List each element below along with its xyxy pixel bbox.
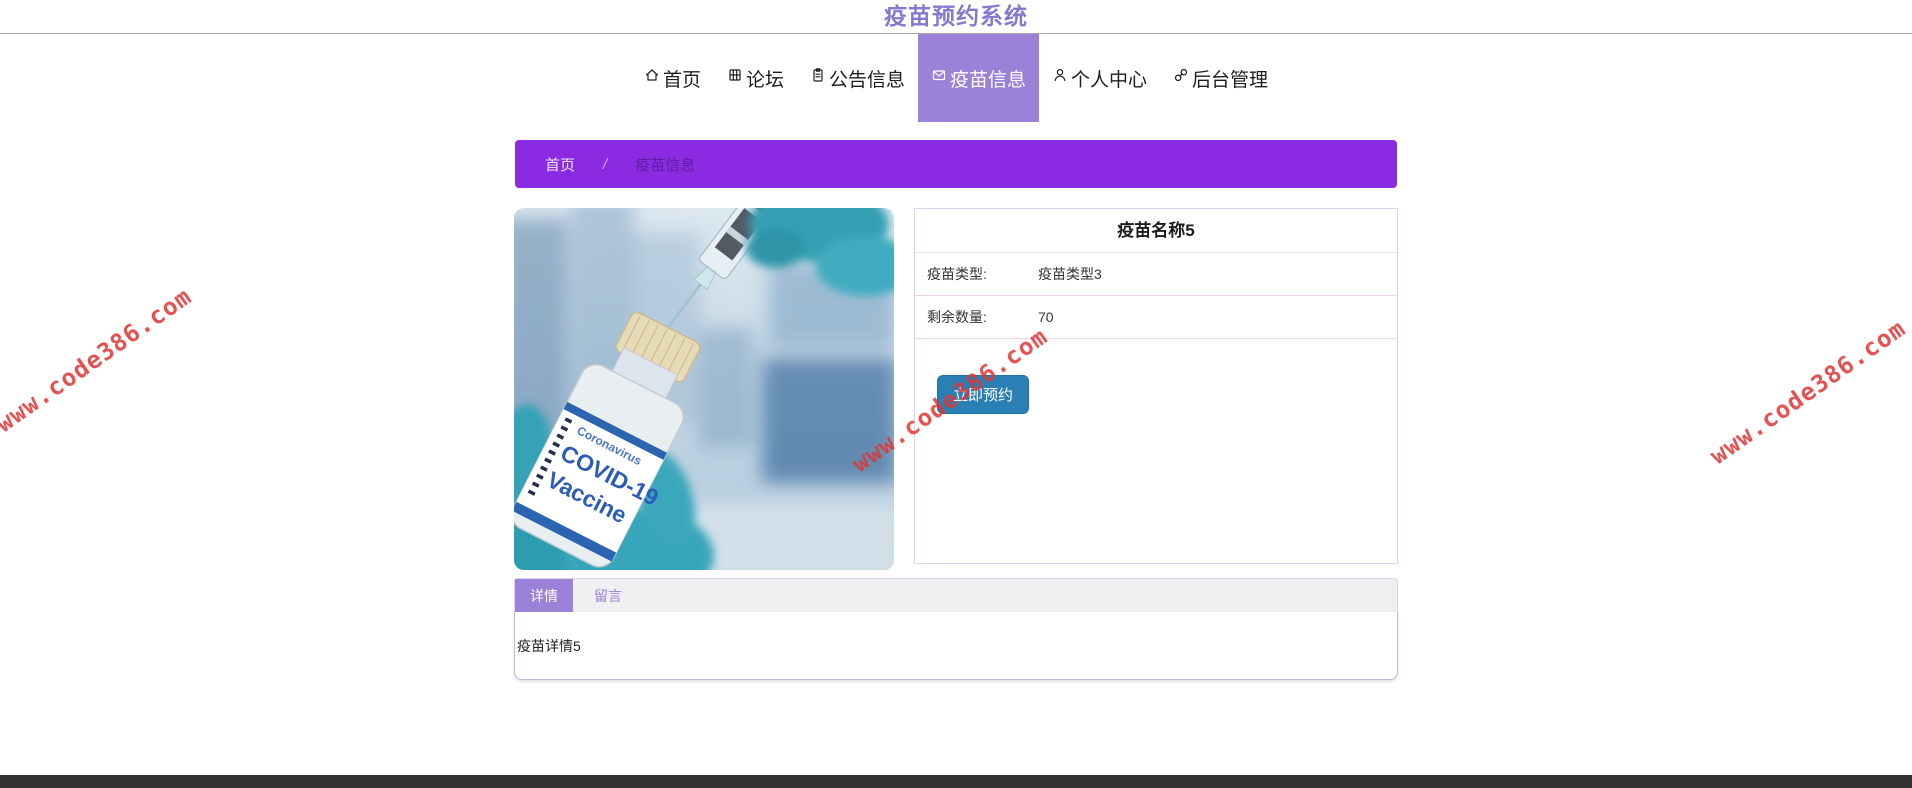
vaccine-photo: Coronavirus COVID-19 Vaccine	[514, 208, 894, 570]
vaccine-type-label: 疫苗类型:	[927, 266, 987, 282]
link-icon	[1173, 67, 1189, 89]
nav-label: 个人中心	[1071, 69, 1148, 91]
watermark: www.code386.com	[1704, 314, 1911, 470]
nav-label: 后台管理	[1192, 69, 1269, 91]
nav-label: 首页	[662, 69, 701, 91]
forum-icon	[727, 67, 743, 89]
breadcrumb-bar: 首页 / 疫苗信息	[515, 140, 1397, 188]
nav-item-home[interactable]: 首页	[631, 34, 714, 122]
nav-item-vaccine-info[interactable]: 疫苗信息	[918, 34, 1040, 122]
tab-bar: 详情 留言	[514, 578, 1398, 612]
table-row: 疫苗类型: 疫苗类型3	[915, 253, 1397, 296]
reserve-now-button[interactable]: 立即预约	[937, 375, 1030, 414]
tab-content: 疫苗详情5	[514, 612, 1398, 680]
main-nav: 首页 论坛 公告信息 疫苗信息 个人中心 后台管理	[0, 34, 1912, 122]
tab-message[interactable]: 留言	[579, 579, 637, 612]
user-icon	[1052, 67, 1068, 89]
breadcrumb-current: 疫苗信息	[635, 156, 696, 174]
tab-detail[interactable]: 详情	[515, 579, 573, 612]
page-title: 疫苗预约系统	[884, 3, 1028, 29]
bulletin-icon	[810, 67, 826, 89]
nav-item-admin[interactable]: 后台管理	[1160, 34, 1281, 122]
page: 疫苗预约系统 首页 论坛 公告信息 疫苗信息 个人中心 后台管理 首页 / 疫苗…	[0, 0, 1912, 788]
nav-label: 疫苗信息	[950, 69, 1027, 91]
footer-bar	[0, 775, 1912, 788]
remaining-qty-label: 剩余数量:	[927, 309, 987, 325]
table-row: 剩余数量: 70	[915, 296, 1397, 339]
nav-item-personal-center[interactable]: 个人中心	[1039, 34, 1160, 122]
watermark: www.code386.com	[0, 282, 197, 438]
vaccine-photo-art: Coronavirus COVID-19 Vaccine	[514, 208, 894, 570]
nav-label: 公告信息	[828, 69, 905, 91]
vaccine-type-value: 疫苗类型3	[1038, 266, 1102, 282]
breadcrumb-home[interactable]: 首页	[545, 154, 575, 175]
vaccine-info-card: 疫苗名称5 疫苗类型: 疫苗类型3 剩余数量: 70 立即预约	[914, 208, 1398, 564]
vaccine-detail-section: Coronavirus COVID-19 Vaccine 疫苗名称5 疫苗类型:…	[514, 208, 1398, 570]
nav-item-announcements[interactable]: 公告信息	[797, 34, 918, 122]
remaining-qty-value: 70	[1038, 309, 1054, 325]
detail-tabs-section: 详情 留言 疫苗详情5	[514, 578, 1398, 680]
vaccine-detail-text: 疫苗详情5	[517, 638, 581, 654]
nav-label: 论坛	[745, 69, 784, 91]
vaccine-name: 疫苗名称5	[915, 209, 1397, 253]
envelope-icon	[931, 67, 947, 89]
home-icon	[644, 67, 660, 89]
site-header: 疫苗预约系统	[0, 0, 1912, 34]
breadcrumb-separator: /	[603, 155, 608, 173]
nav-item-forum[interactable]: 论坛	[714, 34, 797, 122]
